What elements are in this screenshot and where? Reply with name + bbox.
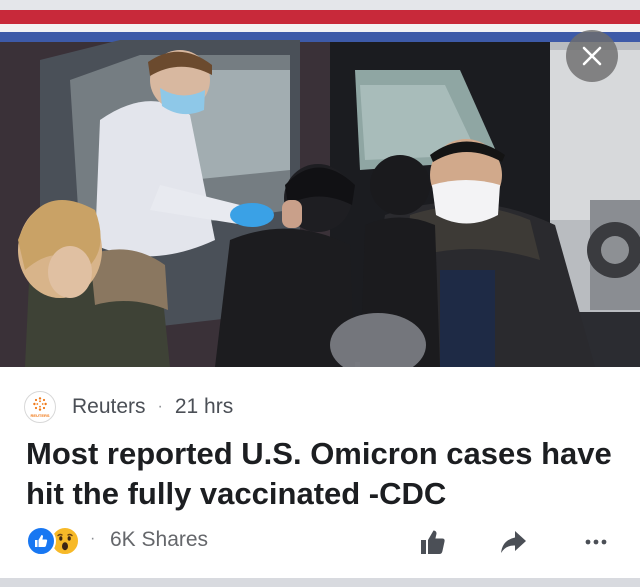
post-time[interactable]: 21 hrs bbox=[175, 395, 233, 419]
meta-separator: · bbox=[157, 398, 163, 415]
reuters-logo[interactable]: REUTERS bbox=[24, 391, 56, 423]
share-button[interactable] bbox=[495, 524, 531, 560]
post-footer: · 6K Shares bbox=[0, 522, 640, 564]
reuters-logo-icon bbox=[33, 397, 47, 411]
article-headline[interactable]: Most reported U.S. Omicron cases have hi… bbox=[26, 434, 616, 514]
close-button[interactable] bbox=[566, 30, 618, 82]
source-name[interactable]: Reuters bbox=[72, 395, 146, 419]
like-reaction bbox=[26, 526, 56, 556]
post-meta: REUTERS Reuters · 21 hrs bbox=[24, 391, 233, 423]
shares-count[interactable]: 6K Shares bbox=[110, 528, 208, 552]
like-button[interactable] bbox=[415, 524, 451, 560]
top-strip bbox=[0, 0, 640, 10]
article-photo[interactable] bbox=[0, 10, 640, 367]
share-arrow-icon bbox=[501, 531, 526, 553]
thumbs-up-icon bbox=[421, 530, 445, 554]
footer-separator: · bbox=[90, 530, 96, 547]
more-icon bbox=[585, 539, 607, 545]
close-icon bbox=[582, 46, 602, 66]
more-options-button[interactable] bbox=[578, 524, 614, 560]
reuters-logo-text: REUTERS bbox=[30, 413, 50, 418]
like-icon bbox=[35, 535, 48, 547]
bottom-strip bbox=[0, 578, 640, 587]
news-post-card: REUTERS Reuters · 21 hrs Most reported U… bbox=[0, 10, 640, 578]
reaction-summary[interactable] bbox=[26, 526, 82, 560]
